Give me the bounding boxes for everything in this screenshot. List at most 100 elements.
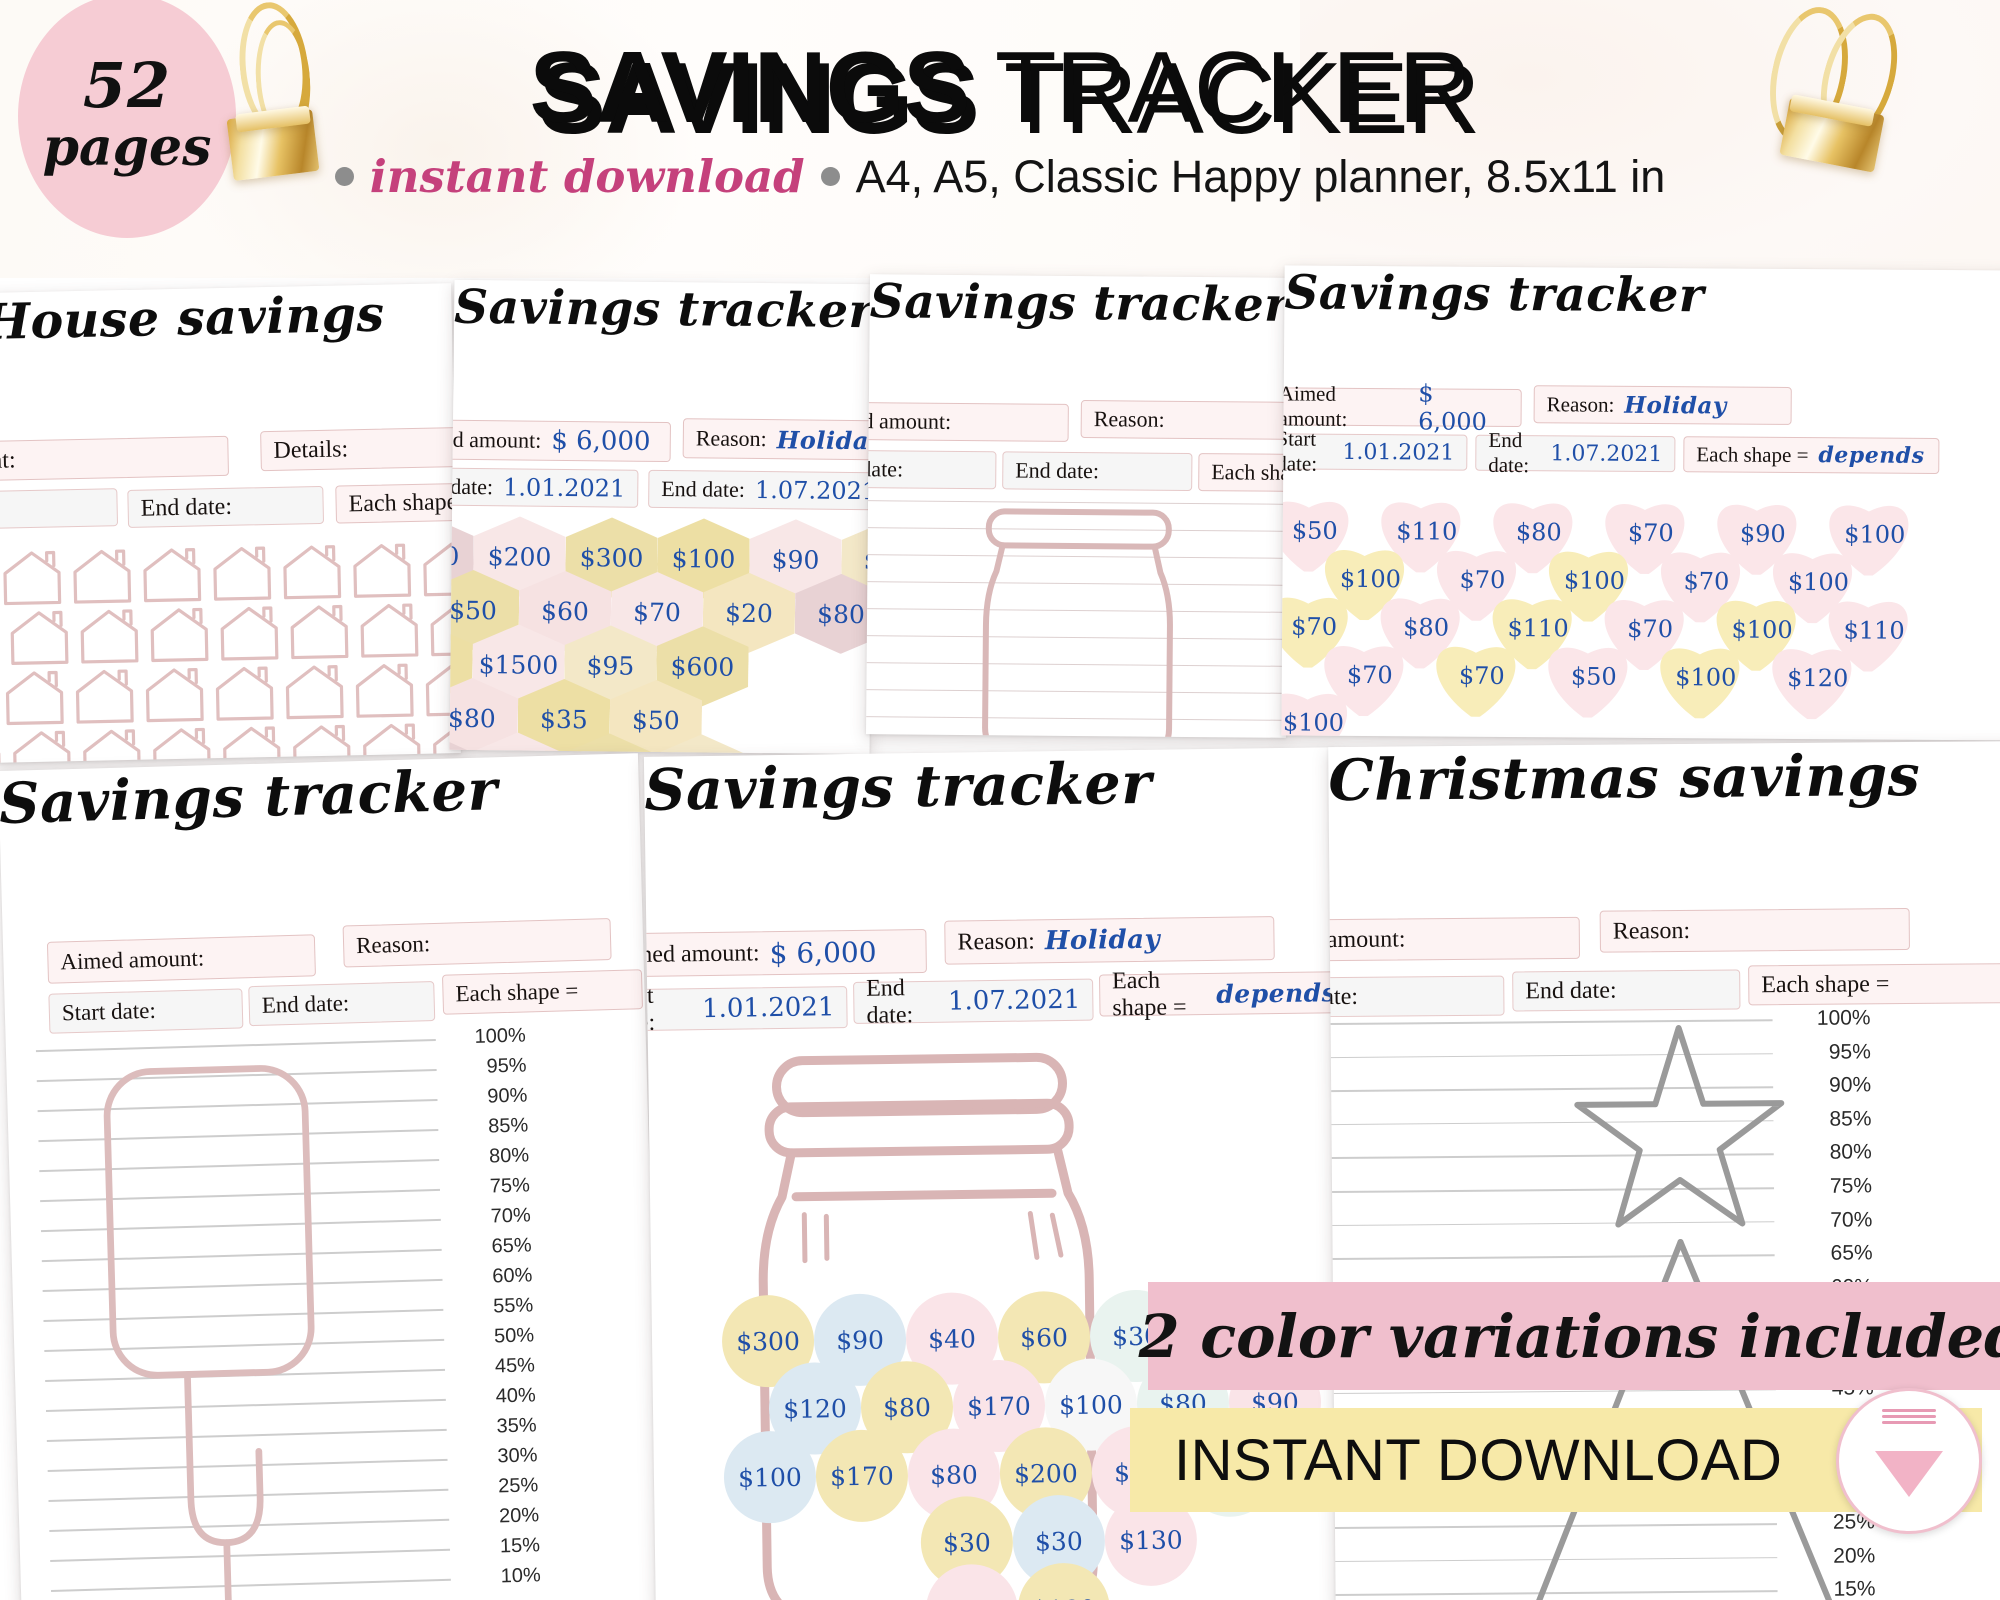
label-each-shape-house: Each shape = xyxy=(348,488,461,517)
field-details-house[interactable]: Details: xyxy=(260,424,461,472)
field-aimed-amount-house[interactable]: med amount: xyxy=(0,435,230,484)
banner-color-variations: 2 color variations included xyxy=(1139,1282,2000,1390)
scale-percent-label: 20% xyxy=(498,1504,540,1528)
card-savings-tracker-hexagons[interactable]: Savings tracker Aimed amount: $ 6,000 Re… xyxy=(449,279,875,755)
card-title-hexagons: Savings tracker xyxy=(453,279,875,340)
house-shape xyxy=(349,659,420,720)
label-end-date-house: End date: xyxy=(140,493,233,522)
label-end-date-popsicle: End date: xyxy=(261,990,350,1018)
scale-percent-label: 35% xyxy=(496,1414,537,1438)
label-aimed-amount-christmas: imed amount: xyxy=(1328,925,1406,953)
field-each-shape-hearts[interactable]: Each shape = depends xyxy=(1683,436,1940,474)
scale-percent-label: 75% xyxy=(489,1174,531,1198)
field-each-shape-popsicle[interactable]: Each shape = xyxy=(441,969,644,1015)
value-each-shape-hearts: depends xyxy=(1818,442,1925,469)
field-start-date-jar-coins[interactable]: Start date: 1.01.2021 xyxy=(643,983,848,1036)
house-shape xyxy=(276,540,347,601)
field-aimed-amount-jar-coins[interactable]: Aimed amount: $ 6,000 xyxy=(643,928,927,978)
house-shape xyxy=(354,599,425,660)
house-shape xyxy=(346,539,417,600)
savings-jar-outline-icon xyxy=(982,508,1173,738)
download-badge-lines xyxy=(1839,1409,1979,1424)
label-aimed-amount-house: med amount: xyxy=(0,446,16,476)
field-start-date-hex[interactable]: Start date: 1.01.2021 xyxy=(449,467,639,508)
field-start-date-house[interactable]: art date: xyxy=(0,488,119,532)
field-end-date-jar-coins[interactable]: End date: 1.07.2021 xyxy=(853,975,1094,1029)
label-each-shape-jar-coins: Each shape = xyxy=(1111,967,1187,1022)
scale-percent-label: 55% xyxy=(492,1294,534,1318)
label-end-date-jar-coins: End date: xyxy=(865,975,914,1029)
bullet-dot-icon xyxy=(334,167,354,186)
label-reason-hex: Reason: xyxy=(695,425,767,452)
field-aimed-amount-popsicle[interactable]: Aimed amount: xyxy=(46,934,316,984)
field-end-date-jar[interactable]: End date: xyxy=(1002,451,1193,491)
label-reason-jar-coins: Reason: xyxy=(957,927,1036,955)
house-shape xyxy=(144,603,215,664)
field-each-shape-house[interactable]: Each shape = xyxy=(335,481,461,524)
label-details-house: Details: xyxy=(273,435,349,464)
scale-percent-label: 70% xyxy=(490,1204,532,1228)
label-each-shape-jar: Each shape xyxy=(1211,459,1290,486)
value-reason-hex: Holiday xyxy=(776,424,875,455)
scale-percent-label: 30% xyxy=(497,1444,538,1468)
field-aimed-amount-jar[interactable]: Aimed amount: xyxy=(866,401,1069,442)
card-savings-tracker-popsicle[interactable]: Savings tracker Aimed amount: Reason: St… xyxy=(0,753,662,1600)
label-end-date-jar: End date: xyxy=(1015,457,1100,484)
hexagon-amount-grid: $150$200$300$100$90$70$90$50$60$70$20$80… xyxy=(450,515,875,754)
house-shape xyxy=(286,720,357,763)
field-reason-jar[interactable]: Reason: xyxy=(1080,400,1290,441)
label-end-date-hearts: End date: xyxy=(1488,427,1530,478)
label-start-date-hearts: Start date: xyxy=(1281,426,1318,476)
label-each-shape-hearts: Each shape = xyxy=(1696,441,1809,467)
card-title-christmas: Christmas savings xyxy=(1328,741,1921,815)
product-listing-image: 52 pages SAVINGS TRACKER SAVINGS TRACKER xyxy=(0,0,2000,1600)
download-badge-icon[interactable] xyxy=(1836,1388,1982,1534)
card-title-house-savings: House savings xyxy=(0,284,386,351)
scale-percent-label: 45% xyxy=(494,1354,536,1378)
value-start-date-hex: 1.01.2021 xyxy=(502,473,626,503)
label-start-date-popsicle: Start date: xyxy=(61,997,157,1026)
house-shape xyxy=(136,543,207,604)
field-end-date-popsicle[interactable]: End date: xyxy=(248,981,436,1027)
field-reason-hex[interactable]: Reason: Holiday xyxy=(682,418,875,461)
label-each-shape-christmas: Each shape = xyxy=(1761,970,1890,998)
field-each-shape-jar[interactable]: Each shape xyxy=(1198,453,1290,493)
field-aimed-amount-hearts[interactable]: Aimed amount: $ 6,000 xyxy=(1281,379,1522,436)
card-savings-tracker-hearts[interactable]: Savings tracker Aimed amount: $ 6,000 Re… xyxy=(1281,265,2000,741)
subtitle-sizes: A4, A5, Classic Happy planner, 8.5x11 in xyxy=(855,150,1666,202)
field-reason-hearts[interactable]: Reason: Holiday xyxy=(1533,385,1792,425)
house-shape xyxy=(216,722,287,763)
house-shape xyxy=(4,606,75,667)
house-shape xyxy=(66,545,137,606)
field-start-date-popsicle[interactable]: Start date: xyxy=(48,988,244,1034)
label-start-date-jar-coins: Start date: xyxy=(643,982,656,1037)
banner-color-variations-text: 2 color variations included xyxy=(1138,1301,2000,1371)
field-end-date-house[interactable]: End date: xyxy=(127,485,325,528)
card-savings-tracker-jar[interactable]: Savings tracker Aimed amount: Reason: St… xyxy=(866,274,1290,738)
house-shape xyxy=(6,726,77,763)
field-each-shape-christmas[interactable]: Each shape = xyxy=(1748,963,2000,1006)
scale-percent-label: 15% xyxy=(499,1534,541,1558)
subtitle-instant-download: instant download xyxy=(369,150,805,203)
value-aimed-amount-hex: $ 6,000 xyxy=(551,425,651,457)
field-each-shape-jar-coins[interactable]: Each shape = depends xyxy=(1098,968,1347,1021)
field-start-date-hearts[interactable]: Start date: 1.01.2021 xyxy=(1281,426,1468,476)
house-shape xyxy=(76,725,147,763)
field-reason-jar-coins[interactable]: Reason: Holiday xyxy=(944,916,1275,965)
field-start-date-christmas[interactable]: tart date: xyxy=(1328,975,1505,1018)
field-aimed-amount-christmas[interactable]: imed amount: xyxy=(1328,916,1581,962)
label-each-shape-popsicle: Each shape = xyxy=(455,977,579,1007)
label-aimed-amount-popsicle: Aimed amount: xyxy=(60,945,205,975)
card-house-savings[interactable]: House savings med amount: Details: art d… xyxy=(0,283,461,763)
field-end-date-hex[interactable]: End date: 1.07.2021 xyxy=(648,469,875,511)
value-end-date-hex: 1.07.2021 xyxy=(754,475,875,506)
field-aimed-amount-hex[interactable]: Aimed amount: $ 6,000 xyxy=(449,419,671,463)
house-shape xyxy=(0,666,70,727)
field-reason-christmas[interactable]: Reason: xyxy=(1599,908,1910,953)
field-end-date-hearts[interactable]: End date: 1.07.2021 xyxy=(1475,428,1676,477)
field-end-date-christmas[interactable]: End date: xyxy=(1512,969,1741,1012)
field-start-date-jar[interactable]: Start date: xyxy=(866,449,997,490)
download-arrow-icon xyxy=(1875,1451,1943,1497)
house-shape xyxy=(74,605,145,666)
field-reason-popsicle[interactable]: Reason: xyxy=(342,918,612,968)
